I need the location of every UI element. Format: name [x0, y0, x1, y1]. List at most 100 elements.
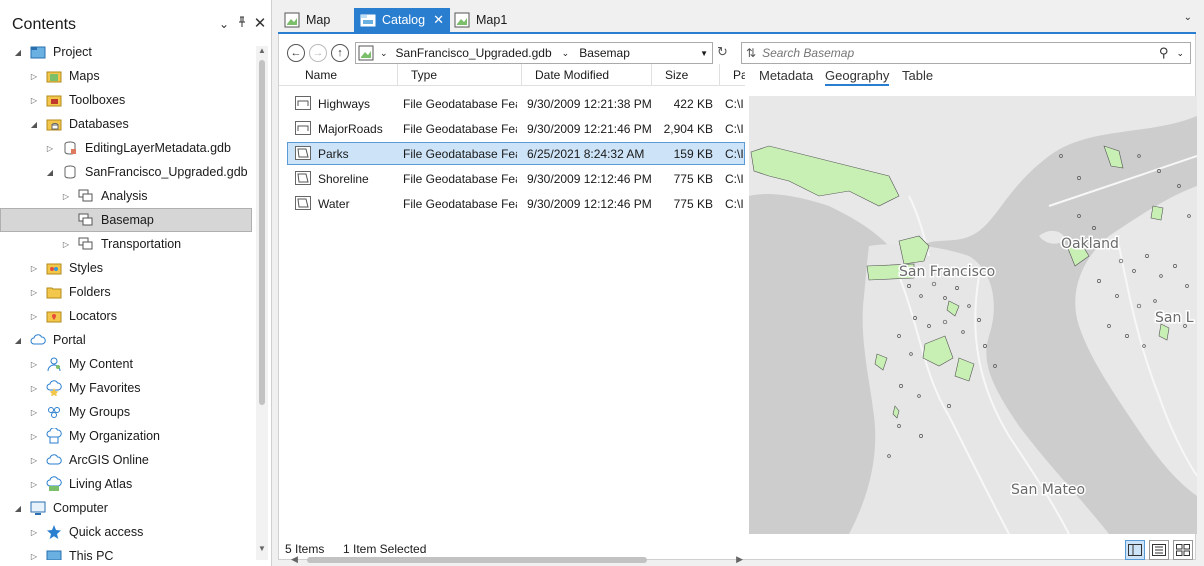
expanded-arrow-icon[interactable]: ◢	[28, 118, 40, 130]
collapsed-arrow-icon[interactable]: ▷	[60, 190, 72, 202]
collapsed-arrow-icon[interactable]: ▷	[28, 526, 40, 538]
sort-icon[interactable]: ⇅	[746, 46, 756, 60]
tree-item-maps[interactable]: ▷ Maps	[0, 64, 252, 88]
breadcrumb-gdb[interactable]: SanFrancisco_Upgraded.gdb	[396, 46, 552, 60]
back-button[interactable]: ←	[287, 44, 305, 62]
tree-item-portal[interactable]: ◢ Portal	[0, 328, 252, 352]
expanded-arrow-icon[interactable]: ◢	[12, 502, 24, 514]
collapsed-arrow-icon[interactable]: ▷	[60, 238, 72, 250]
tree-item-arcgis-online[interactable]: ▷ ArcGIS Online	[0, 448, 252, 472]
collapsed-arrow-icon[interactable]: ▷	[28, 70, 40, 82]
pin-star-icon	[47, 525, 61, 539]
search-options-chevron-icon[interactable]: ⌄	[1176, 48, 1184, 59]
tab-geography[interactable]: Geography	[825, 68, 890, 86]
tab-map[interactable]: Map	[278, 8, 336, 32]
refresh-icon[interactable]: ↻	[717, 44, 728, 60]
locator-icon	[46, 311, 62, 323]
scroll-up-arrow-icon[interactable]: ▲	[256, 46, 268, 55]
collapsed-arrow-icon[interactable]: ▷	[28, 478, 40, 490]
tree-item-quick-access[interactable]: ▷ Quick access	[0, 520, 252, 544]
collapsed-arrow-icon[interactable]: ▷	[28, 262, 40, 274]
column-header-type[interactable]: Type	[411, 68, 437, 82]
table-row[interactable]: Highways File Geodatabase Feat 9/30/2009…	[287, 92, 745, 115]
collapsed-arrow-icon[interactable]: ▷	[28, 430, 40, 442]
path-dropdown-icon[interactable]: ▼	[700, 49, 708, 58]
row-date: 9/30/2009 12:21:46 PM	[527, 122, 652, 136]
tab-metadata[interactable]: Metadata	[759, 68, 813, 83]
breadcrumb-dataset[interactable]: Basemap	[579, 46, 630, 60]
tree-label: ArcGIS Online	[69, 453, 149, 467]
tree-item-sanfrancisco-upgraded-gdb[interactable]: ◢ SanFrancisco_Upgraded.gdb	[0, 160, 252, 184]
column-header-path[interactable]: Pa	[733, 68, 745, 82]
search-box[interactable]: ⇅ ⚲ ⌄	[741, 42, 1191, 64]
pane-options-chevron-icon[interactable]: ⌄	[216, 16, 232, 32]
tree-item-editinglayermetadata-gdb[interactable]: ▷ EditingLayerMetadata.gdb	[0, 136, 252, 160]
collapsed-arrow-icon[interactable]: ▷	[28, 382, 40, 394]
expanded-arrow-icon[interactable]: ◢	[12, 334, 24, 346]
tree-item-locators[interactable]: ▷ Locators	[0, 304, 252, 328]
tree-item-this-pc[interactable]: ▷ This PC	[0, 544, 252, 560]
tree-item-project[interactable]: ◢ Project	[0, 40, 252, 64]
collapsed-arrow-icon[interactable]: ▷	[28, 406, 40, 418]
collapsed-arrow-icon[interactable]: ▷	[28, 550, 40, 561]
tab-table[interactable]: Table	[902, 68, 933, 83]
collapsed-arrow-icon[interactable]: ▷	[28, 286, 40, 298]
details-list-view-button[interactable]	[1149, 540, 1169, 560]
tab-map1[interactable]: Map1	[448, 8, 513, 32]
expanded-arrow-icon[interactable]: ◢	[44, 166, 56, 178]
up-button[interactable]: ↑	[331, 44, 349, 62]
tree-item-analysis[interactable]: ▷ Analysis	[0, 184, 252, 208]
tree-item-my-groups[interactable]: ▷ My Groups	[0, 400, 252, 424]
forward-button[interactable]: →	[309, 44, 327, 62]
column-header-date[interactable]: Date Modified	[535, 68, 609, 82]
breadcrumb-chevron-icon[interactable]: ⌄	[562, 48, 570, 59]
scroll-down-arrow-icon[interactable]: ▼	[256, 544, 268, 553]
table-row[interactable]: MajorRoads File Geodatabase Feat 9/30/20…	[287, 117, 745, 140]
collapsed-arrow-icon[interactable]: ▷	[28, 310, 40, 322]
column-divider[interactable]	[719, 64, 720, 86]
tree-item-my-organization[interactable]: ▷ My Organization	[0, 424, 252, 448]
tree-scrollbar[interactable]: ▲ ▼	[256, 46, 268, 560]
collapsed-arrow-icon[interactable]: ▷	[28, 454, 40, 466]
tree-label: Transportation	[101, 237, 182, 251]
tree-scroll-thumb[interactable]	[259, 60, 265, 405]
search-input[interactable]	[762, 44, 1159, 62]
tree-item-styles[interactable]: ▷ Styles	[0, 256, 252, 280]
tab-catalog[interactable]: Catalog ✕	[354, 8, 450, 32]
table-row[interactable]: Shoreline File Geodatabase Feat 9/30/200…	[287, 167, 745, 190]
tree-item-basemap[interactable]: ▷ Basemap	[0, 208, 252, 232]
tree-item-transportation[interactable]: ▷ Transportation	[0, 232, 252, 256]
column-divider[interactable]	[521, 64, 522, 86]
column-header-size[interactable]: Size	[665, 68, 688, 82]
tab-list-chevron-icon[interactable]: ⌄	[1184, 12, 1192, 23]
collapsed-arrow-icon[interactable]: ▷	[44, 142, 56, 154]
column-divider[interactable]	[397, 64, 398, 86]
close-tab-icon[interactable]: ✕	[433, 12, 444, 28]
groups-icon	[48, 407, 60, 418]
close-pane-icon[interactable]: ✕	[252, 16, 268, 32]
geography-preview-map[interactable]: San Francisco Oakland San L San Mateo	[749, 96, 1197, 534]
collapsed-arrow-icon[interactable]: ▷	[28, 94, 40, 106]
toolbox-icon	[46, 95, 62, 107]
tree-item-living-atlas[interactable]: ▷ Living Atlas	[0, 472, 252, 496]
chevron-down-icon[interactable]: ⌄	[380, 48, 388, 59]
tree-item-toolboxes[interactable]: ▷ Toolboxes	[0, 88, 252, 112]
search-icon[interactable]: ⚲	[1159, 45, 1169, 61]
column-divider[interactable]	[651, 64, 652, 86]
expanded-arrow-icon[interactable]: ◢	[12, 46, 24, 58]
tiles-view-button[interactable]	[1173, 540, 1193, 560]
table-row[interactable]: Water File Geodatabase Feat 9/30/2009 12…	[287, 192, 745, 215]
collapsed-arrow-icon[interactable]: ▷	[28, 358, 40, 370]
tree-item-my-content[interactable]: ▷ My Content	[0, 352, 252, 376]
column-header-name[interactable]: Name	[305, 68, 337, 82]
auto-hide-pin-icon[interactable]	[234, 16, 250, 32]
tree-item-folders[interactable]: ▷ Folders	[0, 280, 252, 304]
tree-item-my-favorites[interactable]: ▷ My Favorites	[0, 376, 252, 400]
tree-item-computer[interactable]: ◢ Computer	[0, 496, 252, 520]
table-row[interactable]: Parks File Geodatabase Feat 6/25/2021 8:…	[287, 142, 745, 165]
location-path-box[interactable]: ⌄ SanFrancisco_Upgraded.gdb ⌄ Basemap ▼	[355, 42, 713, 64]
tree-item-databases[interactable]: ◢ Databases	[0, 112, 252, 136]
status-bar: 5 Items 1 Item Selected	[279, 540, 1197, 560]
details-panel-icon	[1128, 544, 1142, 556]
details-panel-view-button[interactable]	[1125, 540, 1145, 560]
